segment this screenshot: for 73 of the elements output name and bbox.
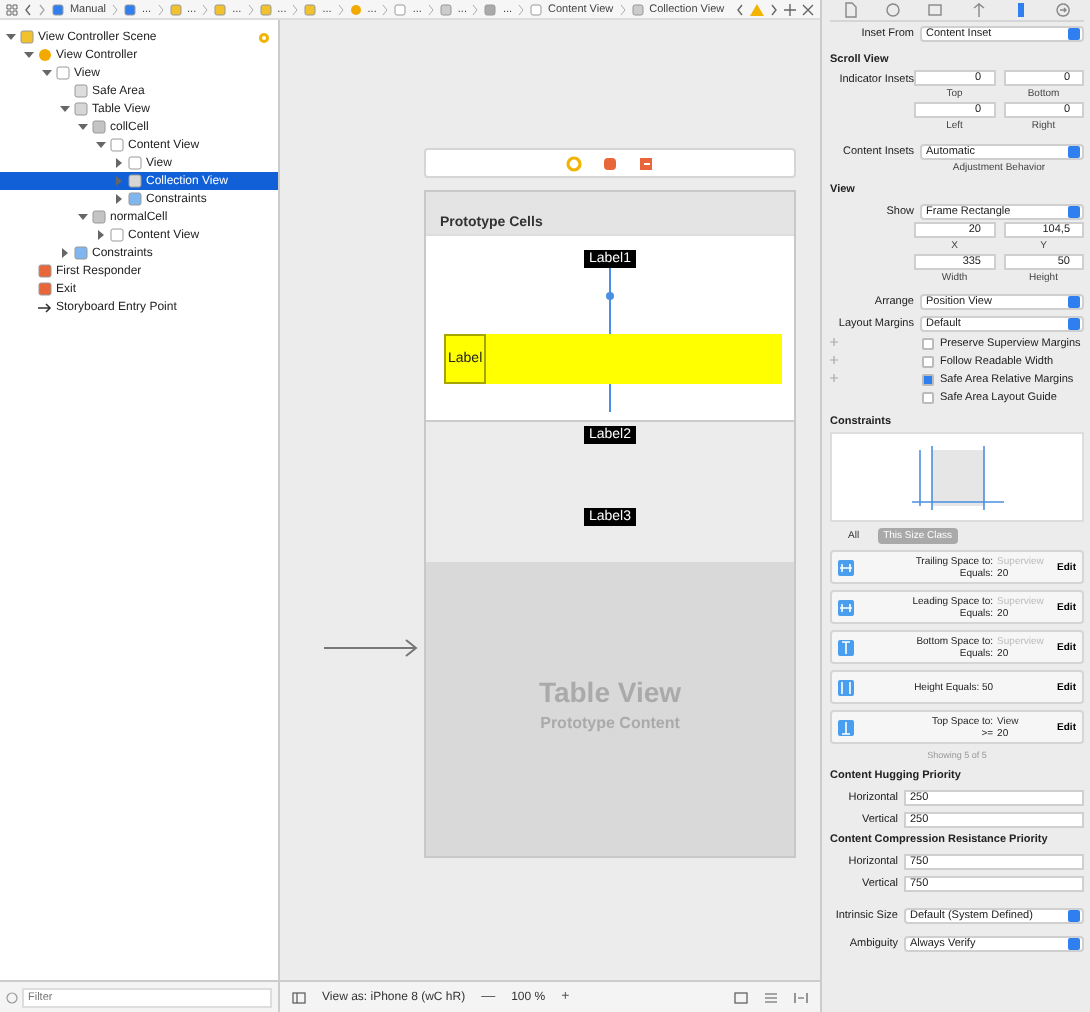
square-icon bbox=[214, 3, 227, 15]
arrow-icon[interactable] bbox=[971, 2, 986, 18]
square-icon bbox=[92, 210, 106, 224]
square-icon bbox=[631, 3, 644, 15]
align-icon[interactable] bbox=[794, 991, 808, 1003]
document-icon[interactable] bbox=[844, 2, 859, 18]
square-icon bbox=[110, 228, 124, 242]
help-icon[interactable] bbox=[886, 2, 901, 18]
chevron-icon bbox=[292, 3, 299, 15]
sidebar-icon[interactable] bbox=[292, 991, 306, 1003]
constraint-line bbox=[604, 268, 616, 334]
folder-icon bbox=[20, 30, 34, 44]
entry-arrow-icon bbox=[324, 638, 420, 658]
grid-icon[interactable] bbox=[6, 3, 18, 15]
square-icon bbox=[74, 102, 88, 116]
chevron-icon bbox=[472, 3, 479, 15]
cube-icon bbox=[38, 264, 52, 278]
chevron-icon bbox=[111, 3, 118, 15]
square-icon bbox=[484, 3, 497, 15]
chevron-icon bbox=[382, 3, 389, 15]
grid-icon bbox=[74, 246, 88, 260]
square-icon bbox=[259, 3, 272, 15]
square-icon bbox=[439, 3, 452, 15]
plus-icon[interactable] bbox=[784, 3, 797, 15]
chevron-icon bbox=[518, 3, 525, 15]
filter-icon bbox=[6, 991, 18, 1003]
constraint-line bbox=[604, 384, 616, 412]
chevron-icon bbox=[202, 3, 209, 15]
exit-icon bbox=[38, 282, 52, 296]
square-icon bbox=[110, 138, 124, 152]
grid-icon bbox=[128, 192, 142, 206]
stack-icon[interactable] bbox=[764, 991, 778, 1003]
constraint-icon bbox=[838, 599, 854, 615]
warning-icon[interactable] bbox=[750, 3, 765, 15]
embed-icon[interactable] bbox=[734, 991, 748, 1003]
square-icon bbox=[56, 66, 70, 80]
circle-icon[interactable] bbox=[566, 155, 582, 171]
square-icon bbox=[92, 120, 106, 134]
close-icon[interactable] bbox=[802, 3, 815, 15]
arrow-icon bbox=[38, 301, 52, 313]
constraint-icon bbox=[838, 559, 854, 575]
square-icon bbox=[128, 156, 142, 170]
chevron-icon bbox=[427, 3, 434, 15]
disclosure-triangle-icon[interactable] bbox=[60, 248, 70, 258]
checkbox[interactable] bbox=[922, 391, 934, 403]
constraint-icon bbox=[838, 639, 854, 655]
square-icon bbox=[123, 3, 136, 15]
circle-icon bbox=[349, 3, 362, 15]
back-icon[interactable] bbox=[736, 3, 745, 15]
arrow-circle-icon[interactable] bbox=[1055, 2, 1070, 18]
checkbox[interactable] bbox=[922, 355, 934, 367]
chevron-icon bbox=[619, 3, 626, 15]
chevron-icon bbox=[247, 3, 254, 15]
cube-icon[interactable] bbox=[602, 155, 618, 171]
checkbox[interactable] bbox=[922, 337, 934, 349]
square-icon bbox=[51, 3, 64, 15]
circle-icon bbox=[38, 48, 52, 62]
constraint-icon bbox=[838, 719, 854, 735]
gear-icon bbox=[258, 31, 270, 43]
card-icon[interactable] bbox=[928, 2, 943, 18]
forward-icon[interactable] bbox=[770, 3, 779, 15]
ruler-icon[interactable] bbox=[1013, 2, 1028, 18]
folder-icon bbox=[169, 3, 182, 15]
square-icon bbox=[74, 84, 88, 98]
chevron-icon bbox=[157, 3, 164, 15]
constraint-icon bbox=[838, 679, 854, 695]
checkbox[interactable] bbox=[922, 373, 934, 385]
square-icon bbox=[128, 174, 142, 188]
chevron-icon bbox=[337, 3, 344, 15]
forward-icon[interactable] bbox=[37, 3, 46, 15]
square-icon bbox=[304, 3, 317, 15]
exit-icon[interactable] bbox=[638, 155, 654, 171]
back-icon[interactable] bbox=[23, 3, 32, 15]
